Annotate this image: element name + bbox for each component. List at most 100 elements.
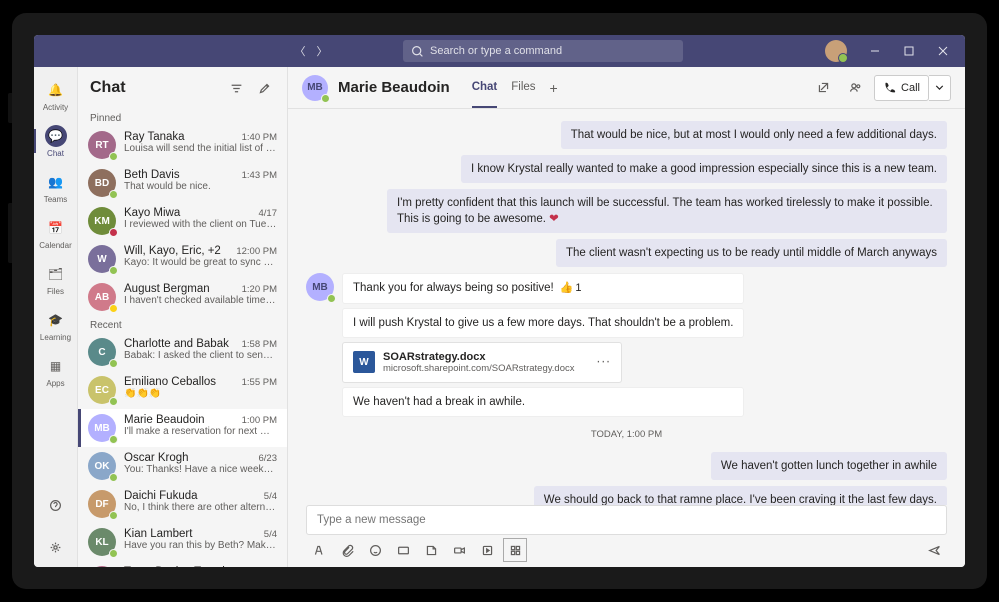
chat-list-item[interactable]: BD Beth Davis1:43 PM That would be nice. xyxy=(78,164,287,202)
file-attachment[interactable]: W SOARstrategy.docx microsoft.sharepoint… xyxy=(342,342,622,383)
chat-item-preview: I reviewed with the client on Tuesda… xyxy=(124,219,277,230)
rail-label: Activity xyxy=(43,103,68,112)
nav-forward-button[interactable]: 〉 xyxy=(312,41,332,61)
search-input[interactable]: Search or type a command xyxy=(403,40,683,62)
format-button[interactable] xyxy=(310,541,328,559)
message-bubble[interactable]: We should go back to that ramne place. I… xyxy=(534,486,947,505)
message-bubble[interactable]: Thank you for always being so positive!👍… xyxy=(342,273,744,303)
send-button[interactable] xyxy=(925,541,943,559)
rail-item-calendar[interactable]: 📅Calendar xyxy=(34,211,78,255)
message-bubble[interactable]: I know Krystal really wanted to make a g… xyxy=(461,155,947,183)
chat-list-item[interactable]: OK Oscar Krogh6/23 You: Thanks! Have a n… xyxy=(78,447,287,485)
message-group: Thank you for always being so positive!👍… xyxy=(342,273,744,417)
popout-icon xyxy=(817,81,830,94)
extensions-button[interactable] xyxy=(506,541,524,559)
chat-item-preview: Louisa will send the initial list of att… xyxy=(124,143,277,154)
rail-item-apps[interactable]: ▦Apps xyxy=(34,349,78,393)
call-dropdown-button[interactable] xyxy=(929,75,951,101)
chat-item-body: Beth Davis1:43 PM That would be nice. xyxy=(124,169,277,192)
title-bar: 〈 〉 Search or type a command xyxy=(34,35,965,67)
chat-item-time: 5/4 xyxy=(264,491,277,502)
new-chat-button[interactable] xyxy=(253,77,275,99)
chat-item-body: Kayo Miwa4/17 I reviewed with the client… xyxy=(124,207,277,230)
rail-label: Apps xyxy=(46,379,64,388)
chat-list-item[interactable]: KL Kian Lambert5/4 Have you ran this by … xyxy=(78,523,287,561)
rail-item-activity[interactable]: 🔔 Activity xyxy=(34,73,78,117)
nav-back-button[interactable]: 〈 xyxy=(290,41,310,61)
chevron-down-icon xyxy=(933,81,946,94)
message-bubble[interactable]: We haven't had a break in awhile. xyxy=(342,387,744,417)
chat-list-scroll[interactable]: Pinned RT Ray Tanaka1:40 PM Louisa will … xyxy=(78,109,287,567)
message-out: I'm pretty confident that this launch wi… xyxy=(306,189,947,233)
close-button[interactable] xyxy=(927,39,959,63)
maximize-button[interactable] xyxy=(893,39,925,63)
current-user-avatar[interactable] xyxy=(825,40,847,62)
avatar: AB xyxy=(88,283,116,311)
meet-button[interactable] xyxy=(450,541,468,559)
people-button[interactable] xyxy=(842,75,868,101)
section-recent: Recent xyxy=(78,316,287,333)
reaction-thumbsup[interactable]: 👍 1 xyxy=(560,281,582,296)
activity-icon: 🔔 xyxy=(45,79,67,101)
heart-icon: ❤ xyxy=(549,213,559,225)
chat-list-item[interactable]: AB August Bergman1:20 PM I haven't check… xyxy=(78,278,287,316)
tab-files[interactable]: Files xyxy=(511,67,535,108)
call-button[interactable]: Call xyxy=(874,75,929,101)
help-icon xyxy=(49,499,62,512)
rail-item-files[interactable]: 🗂Files xyxy=(34,257,78,301)
help-button[interactable] xyxy=(34,485,78,525)
message-bubble[interactable]: I will push Krystal to give us a few mor… xyxy=(342,308,744,338)
chat-item-preview: That would be nice. xyxy=(124,181,277,192)
message-composer[interactable] xyxy=(306,505,947,535)
avatar: KM xyxy=(88,207,116,235)
chat-list-item[interactable]: DF Daichi Fukuda5/4 No, I think there ar… xyxy=(78,485,287,523)
chat-item-preview: 👏👏👏 xyxy=(124,388,277,399)
chat-item-name: Ray Tanaka xyxy=(124,131,238,143)
rail-label: Learning xyxy=(40,333,71,342)
minimize-button[interactable] xyxy=(859,39,891,63)
chat-item-time: 6/23 xyxy=(259,453,278,464)
message-list[interactable]: That would be nice, but at most I would … xyxy=(288,109,965,505)
teams-icon: 👥 xyxy=(45,171,67,193)
message-bubble[interactable]: I'm pretty confident that this launch wi… xyxy=(387,189,947,233)
emoji-button[interactable] xyxy=(366,541,384,559)
rail-item-learning[interactable]: 🎓 Learning xyxy=(34,303,78,347)
message-out: We haven't gotten lunch together in awhi… xyxy=(306,452,947,480)
chat-list-item[interactable]: RT Ray Tanaka1:40 PM Louisa will send th… xyxy=(78,126,287,164)
stream-icon xyxy=(481,544,494,557)
sticker-button[interactable] xyxy=(422,541,440,559)
chat-list-item[interactable]: W Will, Kayo, Eric, +212:00 PM Kayo: It … xyxy=(78,240,287,278)
filter-button[interactable] xyxy=(225,77,247,99)
gif-button[interactable] xyxy=(394,541,412,559)
day-divider: TODAY, 1:00 PM xyxy=(306,429,947,440)
calendar-icon: 📅 xyxy=(45,217,67,239)
chat-item-name: August Bergman xyxy=(124,283,238,295)
chat-list-item[interactable]: KM Kayo Miwa4/17 I reviewed with the cli… xyxy=(78,202,287,240)
more-button[interactable] xyxy=(478,541,496,559)
rail-item-teams[interactable]: 👥Teams xyxy=(34,165,78,209)
message-bubble[interactable]: We haven't gotten lunch together in awhi… xyxy=(711,452,947,480)
settings-button[interactable] xyxy=(34,527,78,567)
chat-list-item[interactable]: MB Marie Beaudoin1:00 PM I'll make a res… xyxy=(78,409,287,447)
message-out: The client wasn't expecting us to be rea… xyxy=(306,239,947,267)
popout-button[interactable] xyxy=(810,75,836,101)
chat-list-item[interactable]: C Charlotte and Babak1:58 PM Babak: I as… xyxy=(78,333,287,371)
chat-item-time: 12:00 PM xyxy=(236,246,277,257)
tab-chat[interactable]: Chat xyxy=(472,67,498,108)
gear-icon xyxy=(49,541,62,554)
rail-label: Files xyxy=(47,287,64,296)
chat-list-item[interactable]: EC Emiliano Ceballos1:55 PM 👏👏👏 xyxy=(78,371,287,409)
message-bubble[interactable]: The client wasn't expecting us to be rea… xyxy=(556,239,947,267)
add-tab-button[interactable]: + xyxy=(550,80,558,96)
message-bubble[interactable]: That would be nice, but at most I would … xyxy=(561,121,947,149)
chat-item-name: Kian Lambert xyxy=(124,528,260,540)
conversation-actions: Call xyxy=(810,75,951,101)
message-input[interactable] xyxy=(317,514,936,526)
file-more-button[interactable]: ‧‧‧ xyxy=(597,355,611,369)
rail-item-chat[interactable]: 💬Chat xyxy=(34,119,78,163)
attach-button[interactable] xyxy=(338,541,356,559)
learning-icon: 🎓 xyxy=(45,309,67,331)
chat-item-preview: I haven't checked available times yet xyxy=(124,295,277,306)
message-out: I know Krystal really wanted to make a g… xyxy=(306,155,947,183)
chat-list-item[interactable]: TD Team Design Template5/… Reta: Let's s… xyxy=(78,561,287,567)
